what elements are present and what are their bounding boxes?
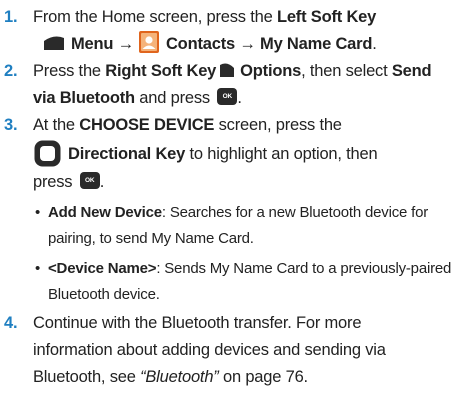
contacts-icon <box>138 30 159 53</box>
list-item-text: : Searches for a new Bluetooth device fo… <box>161 204 429 221</box>
step-text: Bluetooth, see <box>33 368 141 386</box>
step-line: At the CHOOSE DEVICE screen, press the <box>33 112 468 139</box>
list-item-line: <Device Name>: Sends My Name Card to a p… <box>48 256 468 282</box>
list-item-line: Bluetooth device. <box>48 282 468 308</box>
step-text: on page 76. <box>218 368 308 386</box>
step-body: From the Home screen, press the Left Sof… <box>33 4 468 58</box>
ok-key-icon: OK <box>217 88 238 106</box>
step-body: Press the Right Soft Key Options, then s… <box>33 58 468 112</box>
add-new-device-label: Add New Device <box>48 204 162 221</box>
step-body: At the CHOOSE DEVICE screen, press the D… <box>33 112 468 196</box>
left-soft-key-label: Left Soft Key <box>276 8 377 26</box>
step-4: 4. Continue with the Bluetooth transfer.… <box>0 310 468 391</box>
via-bluetooth-label: via Bluetooth <box>33 89 135 107</box>
step-text: . <box>372 35 377 53</box>
list-item-add-new-device: • Add New Device: Searches for a new Blu… <box>33 200 468 252</box>
step-line: information about adding devices and sen… <box>33 341 386 359</box>
step-3: 3. At the CHOOSE DEVICE screen, press th… <box>0 112 468 196</box>
step-text: . <box>237 89 242 107</box>
list-item-line: Add New Device: Searches for a new Bluet… <box>48 200 468 226</box>
step-line: Bluetooth, see “Bluetooth” on page 76. <box>33 364 468 391</box>
step-line: Directional Key to highlight an option, … <box>33 139 468 169</box>
step-number: 4. <box>4 314 18 332</box>
options-label: Options <box>240 62 302 80</box>
ok-key-icon: OK <box>79 172 100 190</box>
left-soft-key-icon <box>44 36 64 50</box>
step-number: 2. <box>4 62 18 80</box>
choose-device-label: CHOOSE DEVICE <box>79 116 215 134</box>
menu-label: Menu → <box>71 35 134 53</box>
step-body: Continue with the Bluetooth transfer. Fo… <box>33 310 468 391</box>
step-text: . <box>99 173 105 192</box>
step-number: 3. <box>4 116 18 134</box>
step-line: via Bluetooth and press OK. <box>33 85 468 112</box>
contacts-my-name-card-label: Contacts → My Name Card <box>165 35 373 53</box>
step-text: to highlight an option, then <box>185 145 378 163</box>
list-item-line: pairing, to send My Name Card. <box>48 226 468 252</box>
step-text: press <box>33 173 77 192</box>
directional-key-icon <box>34 140 61 167</box>
step-text: and press <box>134 89 215 107</box>
bullet-dot: • <box>35 260 41 277</box>
bullet-dot: • <box>35 204 41 221</box>
right-soft-key-icon <box>220 63 235 77</box>
step-text: , then select <box>301 62 392 80</box>
step-2: 2. Press the Right Soft Key Options, the… <box>0 58 468 112</box>
step-line: From the Home screen, press the Left Sof… <box>33 4 468 31</box>
step-line: press OK. <box>33 169 468 196</box>
instruction-page: 1. From the Home screen, press the Left … <box>0 0 472 417</box>
step-text: Press the <box>33 62 106 80</box>
step-number: 1. <box>4 8 18 26</box>
directional-key-label: Directional Key <box>68 145 186 163</box>
list-item-text: pairing, to send My Name Card. <box>48 230 254 247</box>
step-line: Press the Right Soft Key Options, then s… <box>33 58 468 85</box>
send-label: Send <box>391 62 432 80</box>
step-line: Continue with the Bluetooth transfer. Fo… <box>33 314 362 332</box>
step-1: 1. From the Home screen, press the Left … <box>0 4 468 58</box>
right-soft-key-label: Right Soft Key <box>105 62 217 80</box>
step-text: screen, press the <box>214 116 342 134</box>
step-text: At the <box>33 116 80 134</box>
list-item-text: : Sends My Name Card to a previously-pai… <box>156 260 452 277</box>
list-item-body: <Device Name>: Sends My Name Card to a p… <box>48 256 468 308</box>
list-item-text: Bluetooth device. <box>48 286 160 303</box>
list-item-device-name: • <Device Name>: Sends My Name Card to a… <box>33 256 468 308</box>
device-name-label: <Device Name> <box>48 260 157 277</box>
step-line: Menu → Contacts → My Name Card. <box>33 30 468 58</box>
list-item-body: Add New Device: Searches for a new Bluet… <box>48 200 468 252</box>
bluetooth-cross-reference: “Bluetooth” <box>140 368 219 386</box>
step-text: From the Home screen, press the <box>33 8 277 26</box>
